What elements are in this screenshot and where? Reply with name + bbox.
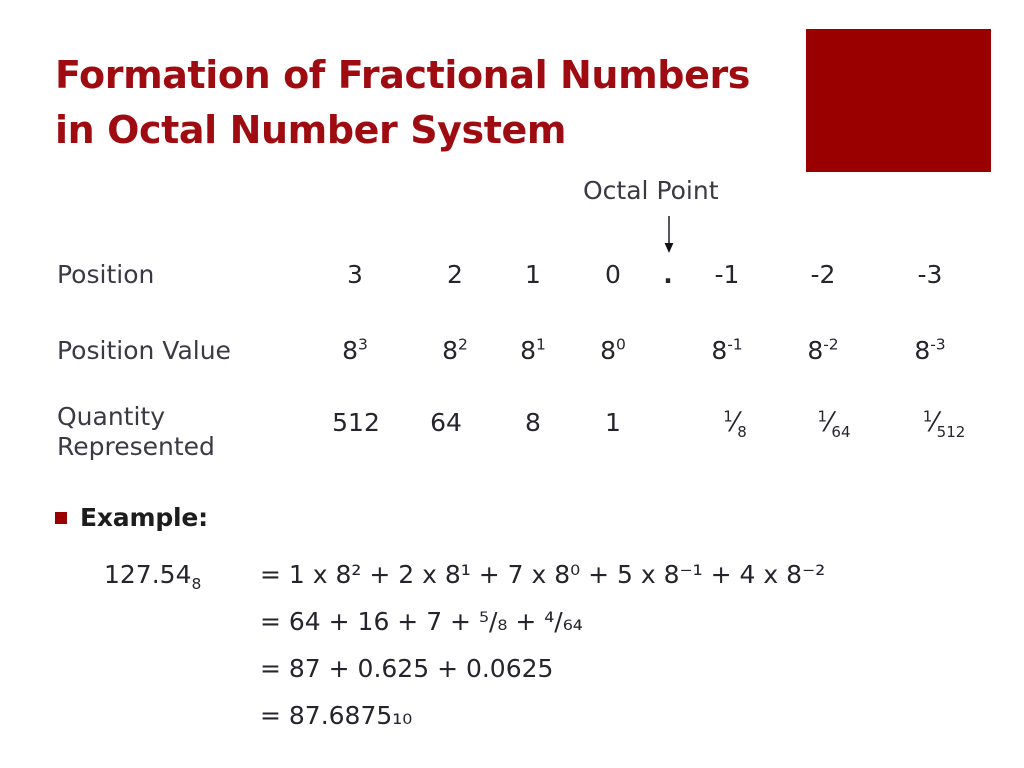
- cell-position-value-exp-5: -2: [823, 335, 839, 354]
- fraction-denominator-6: 512: [936, 423, 966, 441]
- fraction-numerator-5: 1: [817, 407, 828, 426]
- cell-position-2: 1: [525, 260, 541, 289]
- cell-position-value-exp-4: -1: [727, 335, 743, 354]
- cell-position-1: 2: [447, 260, 463, 289]
- cell-position-value-exp-6: -3: [930, 335, 946, 354]
- fraction-4: 1⁄8: [723, 407, 747, 441]
- cell-position-value-4: 8-1: [711, 336, 742, 365]
- decorative-red-block: [806, 29, 991, 172]
- cell-position-value-exp-2: 1: [536, 335, 546, 354]
- fraction-numerator-6: 1: [922, 407, 933, 426]
- equation-line-2: = 87 + 0.625 + 0.0625: [104, 654, 825, 701]
- fraction-5: 1⁄64: [817, 407, 851, 441]
- equation-rhs-1: = 64 + 16 + 7 + ⁵/₈ + ⁴/₆₄: [260, 607, 583, 636]
- equation-lhs-0: 127.548: [104, 560, 260, 592]
- cell-position-3: 0: [605, 260, 621, 289]
- example-equations: 127.548 = 1 x 8² + 2 x 8¹ + 7 x 8⁰ + 5 x…: [104, 560, 825, 748]
- cell-quantity-3: 1: [605, 408, 621, 437]
- equation-line-3: = 87.6875₁₀: [104, 701, 825, 748]
- cell-position-value-0: 83: [342, 336, 368, 365]
- fraction-denominator-4: 8: [737, 423, 747, 441]
- down-arrow-icon: [661, 216, 677, 254]
- cell-position-value-base-0: 8: [342, 336, 359, 365]
- cell-quantity-4: 1⁄8: [723, 407, 747, 441]
- cell-quantity-1: 64: [430, 408, 462, 437]
- cell-position-value-base-2: 8: [520, 336, 537, 365]
- cell-position-value-exp-0: 3: [358, 335, 368, 354]
- cell-quantity-2: 8: [525, 408, 541, 437]
- fraction-6: 1⁄512: [922, 407, 966, 441]
- cell-position-value-base-5: 8: [807, 336, 824, 365]
- equation-lhs-base-0: 127.54: [104, 560, 192, 589]
- fraction-numerator-4: 1: [723, 407, 733, 426]
- page-title-line-1: Formation of Fractional Numbers: [55, 53, 751, 97]
- cell-position-4: -1: [714, 260, 740, 289]
- cell-position-value-exp-1: 2: [458, 335, 468, 354]
- cell-position-value-base-4: 8: [711, 336, 728, 365]
- cell-position-value-exp-3: 0: [616, 335, 626, 354]
- octal-point-label: Octal Point: [583, 176, 719, 205]
- slide-canvas: Formation of Fractional Numbers in Octal…: [0, 0, 1024, 768]
- cell-quantity-0: 512: [332, 408, 380, 437]
- cell-position-5: -2: [810, 260, 836, 289]
- cell-quantity-5: 1⁄64: [817, 407, 851, 441]
- equation-rhs-0: = 1 x 8² + 2 x 8¹ + 7 x 8⁰ + 5 x 8⁻¹ + 4…: [260, 560, 826, 589]
- example-label-text: Example: [80, 503, 199, 532]
- equation-line-0: 127.548 = 1 x 8² + 2 x 8¹ + 7 x 8⁰ + 5 x…: [104, 560, 825, 607]
- cell-position-value-5: 8-2: [807, 336, 838, 365]
- cell-position-value-2: 81: [520, 336, 546, 365]
- row-label-position: Position: [57, 260, 155, 289]
- cell-quantity-6: 1⁄512: [922, 407, 966, 441]
- cell-position-0: 3: [347, 260, 363, 289]
- example-label: Example:: [80, 503, 208, 532]
- equation-line-1: = 64 + 16 + 7 + ⁵/₈ + ⁴/₆₄: [104, 607, 825, 654]
- page-title-line-2: in Octal Number System: [55, 108, 567, 153]
- octal-point-dot: .: [663, 260, 673, 289]
- row-label-position-value: Position Value: [57, 336, 231, 365]
- cell-position-value-base-1: 8: [442, 336, 459, 365]
- equation-lhs-sub-0: 8: [191, 575, 202, 593]
- cell-position-value-base-6: 8: [914, 336, 931, 365]
- equation-rhs-3: = 87.6875₁₀: [260, 701, 413, 730]
- example-heading: Example:: [55, 503, 208, 532]
- cell-position-6: -3: [917, 260, 943, 289]
- row-label-quantity-represented: Quantity Represented: [57, 402, 215, 461]
- cell-position-value-3: 80: [600, 336, 626, 365]
- page-title: Formation of Fractional Numbers in Octal…: [55, 48, 795, 159]
- fraction-denominator-5: 64: [831, 423, 851, 441]
- cell-position-value-base-3: 8: [600, 336, 617, 365]
- octal-position-table: Position Position Value Quantity Represe…: [0, 250, 1024, 485]
- equation-rhs-2: = 87 + 0.625 + 0.0625: [260, 654, 554, 683]
- cell-position-value-6: 8-3: [914, 336, 945, 365]
- example-label-colon: :: [198, 503, 208, 532]
- square-bullet-icon: [55, 511, 67, 524]
- cell-position-value-1: 82: [442, 336, 468, 365]
